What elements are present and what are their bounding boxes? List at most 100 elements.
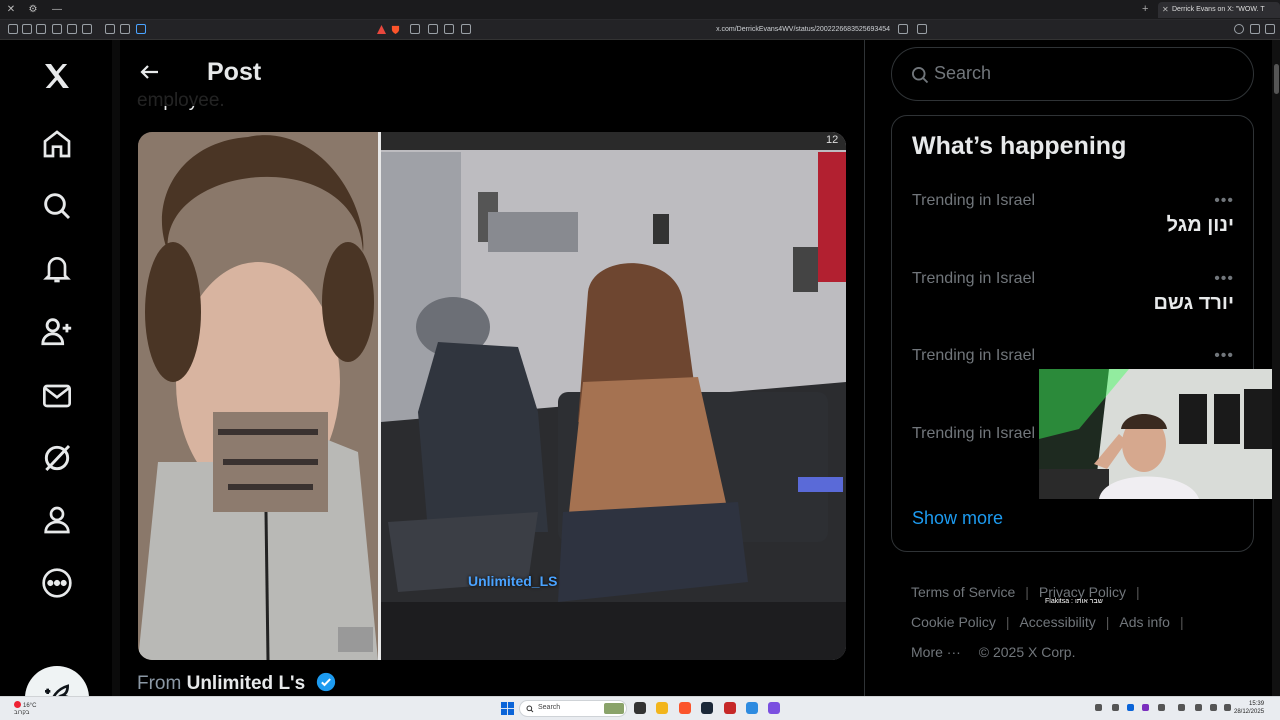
trend-item[interactable]: Trending in Israel ••• bbox=[912, 347, 1234, 365]
taskbar-search-icon bbox=[526, 705, 534, 713]
search-input[interactable]: Search bbox=[934, 63, 991, 84]
close-window-icon[interactable]: ✕ bbox=[4, 3, 18, 17]
browser-title-bar: ✕ ⚙ — + ✕ Derrick Evans on X: "WOW. T bbox=[0, 0, 1280, 20]
weather-widget[interactable]: 16°C בקרוב bbox=[14, 701, 36, 717]
tray-chevron-icon[interactable] bbox=[1095, 704, 1102, 711]
network-icon[interactable] bbox=[1195, 704, 1202, 711]
volume-icon[interactable] bbox=[1210, 704, 1217, 711]
trend-more-icon[interactable]: ••• bbox=[1214, 192, 1234, 210]
new-tab-button[interactable]: + bbox=[1142, 3, 1148, 15]
explore-icon[interactable] bbox=[37, 186, 77, 226]
brave-browser-icon[interactable] bbox=[679, 702, 691, 714]
cast-icon[interactable] bbox=[461, 24, 471, 34]
wallet-icon[interactable] bbox=[52, 24, 62, 34]
scrollbar-thumb[interactable] bbox=[1274, 64, 1279, 94]
home-icon[interactable] bbox=[37, 124, 77, 164]
trend-more-icon[interactable]: ••• bbox=[1214, 270, 1234, 288]
reload-icon[interactable] bbox=[1234, 24, 1244, 34]
browser-toolbar: x.com/DerrickEvans4WV/status/20022266835… bbox=[0, 20, 1280, 40]
tray-app-icon[interactable] bbox=[1142, 704, 1149, 711]
footer-links: Terms of Service | Privacy Policy | Cookie … bbox=[911, 584, 1184, 660]
clock-time: 15:39 bbox=[1249, 701, 1265, 707]
app-icon[interactable] bbox=[746, 702, 758, 714]
microphone-icon[interactable] bbox=[1158, 704, 1165, 711]
messages-icon[interactable] bbox=[37, 376, 77, 416]
taskbar-search[interactable]: Search bbox=[519, 700, 627, 717]
bookmark-icon[interactable] bbox=[917, 24, 927, 34]
stream-chat-overlay: Flakitsa : שבר אותו bbox=[1045, 598, 1103, 605]
more-link[interactable]: More ··· bbox=[911, 644, 961, 660]
grok-icon[interactable] bbox=[37, 438, 77, 478]
nav-back-icon[interactable] bbox=[1250, 24, 1260, 34]
language-icon[interactable] bbox=[1178, 704, 1185, 711]
trend-item[interactable]: Trending in Israel ••• יורד גשם bbox=[912, 270, 1234, 314]
browser-tab[interactable]: ✕ Derrick Evans on X: "WOW. T bbox=[1158, 2, 1280, 18]
copyright: © 2025 X Corp. bbox=[978, 644, 1076, 660]
search-box[interactable]: Search bbox=[891, 47, 1254, 101]
tab-title: Derrick Evans on X: "WOW. T bbox=[1172, 6, 1265, 13]
trend-name: יורד גשם bbox=[1153, 292, 1234, 314]
menu-icon[interactable] bbox=[8, 24, 18, 34]
cookie-link[interactable]: Cookie Policy bbox=[911, 614, 996, 630]
shield-icon[interactable] bbox=[22, 24, 32, 34]
taskbar: 16°C בקרוב Search 15:39 28/12/2025 bbox=[0, 696, 1280, 720]
back-icon[interactable] bbox=[410, 24, 420, 34]
accessibility-link[interactable]: Accessibility bbox=[1019, 614, 1095, 630]
system-clock[interactable]: 15:39 28/12/2025 bbox=[1234, 700, 1264, 716]
profile-icon[interactable] bbox=[37, 500, 77, 540]
sidebar-icon[interactable] bbox=[67, 24, 77, 34]
close-tab-icon[interactable]: ✕ bbox=[1162, 2, 1169, 18]
puzzle-icon[interactable] bbox=[120, 24, 130, 34]
nav-forward-icon[interactable] bbox=[1265, 24, 1275, 34]
address-bar[interactable]: x.com/DerrickEvans4WV/status/20022266835… bbox=[640, 24, 890, 36]
terms-link[interactable]: Terms of Service bbox=[911, 584, 1015, 600]
show-more-link[interactable]: Show more bbox=[912, 508, 1003, 529]
discord-icon[interactable] bbox=[768, 702, 780, 714]
weather-temp: 16°C bbox=[23, 703, 37, 709]
steam-icon[interactable] bbox=[701, 702, 713, 714]
post-video[interactable]: Unlimited_LS 12 bbox=[138, 132, 846, 660]
brave-shield-icon[interactable] bbox=[391, 25, 400, 34]
post-header: Post bbox=[120, 40, 864, 106]
extensions-icon[interactable] bbox=[36, 24, 46, 34]
trend-more-icon[interactable]: ••• bbox=[1214, 347, 1234, 365]
weather-desc: בקרוב bbox=[14, 710, 30, 716]
settings-icon[interactable]: ⚙ bbox=[26, 3, 40, 17]
obs-icon[interactable] bbox=[724, 702, 736, 714]
trend-item[interactable]: Trending in Israel ••• ינון מגל bbox=[912, 192, 1234, 236]
clock-date: 28/12/2025 bbox=[1234, 709, 1265, 715]
share-icon[interactable] bbox=[898, 24, 908, 34]
x-logo-icon[interactable] bbox=[37, 56, 77, 96]
trend-meta: Trending in Israel bbox=[912, 270, 1036, 287]
battery-icon[interactable] bbox=[1224, 704, 1231, 711]
tray-app-icon[interactable] bbox=[1127, 704, 1134, 711]
from-attribution: From Unlimited L's bbox=[137, 672, 336, 695]
windows-start-icon[interactable] bbox=[501, 702, 514, 715]
from-account-link[interactable]: Unlimited L's bbox=[187, 673, 306, 694]
zoom-icon[interactable] bbox=[428, 24, 438, 34]
more-icon[interactable] bbox=[37, 563, 77, 603]
video-watermark: Unlimited_LS bbox=[468, 573, 558, 589]
minimize-icon[interactable]: — bbox=[50, 3, 64, 17]
notifications-icon[interactable] bbox=[37, 249, 77, 289]
nav-rail bbox=[112, 40, 120, 696]
search-highlight-icon bbox=[604, 703, 624, 714]
tab-icon[interactable] bbox=[105, 24, 115, 34]
rewards-icon[interactable] bbox=[377, 25, 386, 34]
communities-icon[interactable] bbox=[37, 311, 77, 351]
scrollbar[interactable] bbox=[1272, 40, 1280, 696]
music-icon[interactable] bbox=[82, 24, 92, 34]
from-label: From bbox=[137, 673, 182, 694]
file-explorer-icon[interactable] bbox=[656, 702, 668, 714]
tray-app-icon[interactable] bbox=[1112, 704, 1119, 711]
left-navigation bbox=[0, 40, 112, 720]
ads-info-link[interactable]: Ads info bbox=[1119, 614, 1170, 630]
taskbar-search-input[interactable]: Search bbox=[538, 704, 560, 711]
task-view-icon[interactable] bbox=[634, 702, 646, 714]
back-arrow-icon[interactable] bbox=[138, 60, 162, 84]
verified-badge-icon bbox=[317, 672, 336, 692]
trend-meta: Trending in Israel bbox=[912, 347, 1036, 364]
page-title: Post bbox=[207, 58, 262, 86]
translate-icon[interactable] bbox=[444, 24, 454, 34]
vpn-icon[interactable] bbox=[136, 24, 146, 34]
